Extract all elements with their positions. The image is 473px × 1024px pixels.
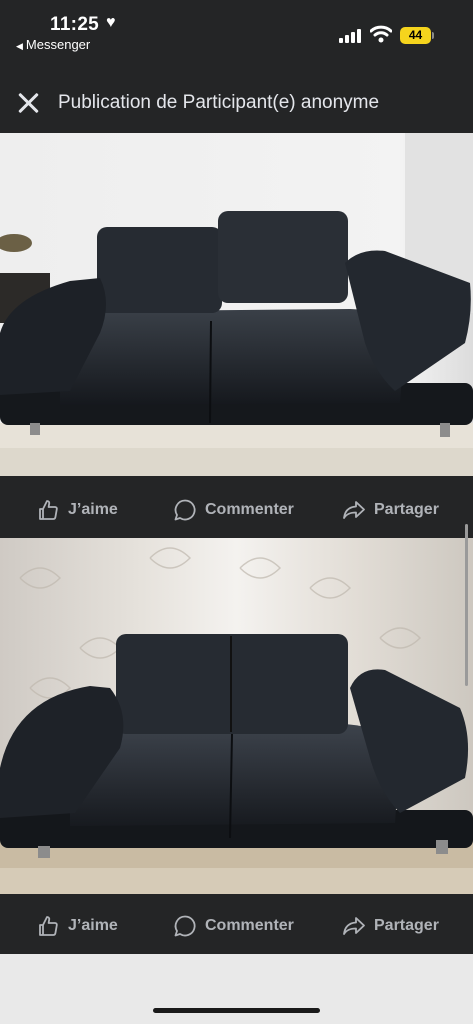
share-icon <box>343 501 365 519</box>
share-label: Partager <box>374 917 439 934</box>
close-icon[interactable] <box>16 90 42 116</box>
comment-button[interactable]: Commenter <box>173 913 294 939</box>
home-indicator[interactable] <box>153 1008 320 1013</box>
signal-icon <box>339 29 363 43</box>
comment-label: Commenter <box>205 917 294 934</box>
share-icon <box>343 917 365 935</box>
back-to-app-link[interactable]: ◀ Messenger <box>16 37 90 52</box>
share-label: Partager <box>374 501 439 518</box>
post-actions-bar: J’aime Commenter Partager <box>0 480 473 538</box>
like-label: J’aime <box>68 501 118 518</box>
thumbs-up-icon <box>39 916 58 936</box>
post-photo-2[interactable] <box>0 538 473 894</box>
comment-icon <box>174 499 196 521</box>
heart-icon: ♥ <box>106 14 116 31</box>
comment-label: Commenter <box>205 501 294 518</box>
like-button[interactable]: J’aime <box>36 913 118 939</box>
share-button[interactable]: Partager <box>342 497 439 523</box>
like-button[interactable]: J’aime <box>36 497 118 523</box>
status-bar: 11:25 ♥ ◀ Messenger 44 <box>0 0 473 60</box>
back-app-label: Messenger <box>25 37 91 52</box>
back-triangle-icon: ◀ <box>16 41 23 51</box>
status-time: 11:25 <box>50 14 100 35</box>
page-title: Publication de Participant(e) anonyme <box>58 92 380 113</box>
post-header: Publication de Participant(e) anonyme <box>0 72 473 132</box>
like-label: J’aime <box>68 917 118 934</box>
post-photo-3[interactable] <box>0 954 473 1024</box>
thumbs-up-icon <box>39 500 58 520</box>
comment-icon <box>174 915 196 937</box>
post-photo-1[interactable] <box>0 133 473 476</box>
comment-button[interactable]: Commenter <box>173 497 294 523</box>
battery-tip <box>432 32 434 39</box>
wifi-icon <box>370 25 392 43</box>
battery-icon: 44 <box>400 27 431 44</box>
scrollbar[interactable] <box>465 524 468 686</box>
share-button[interactable]: Partager <box>342 913 439 939</box>
post-actions-bar: J’aime Commenter Partager <box>0 896 473 954</box>
